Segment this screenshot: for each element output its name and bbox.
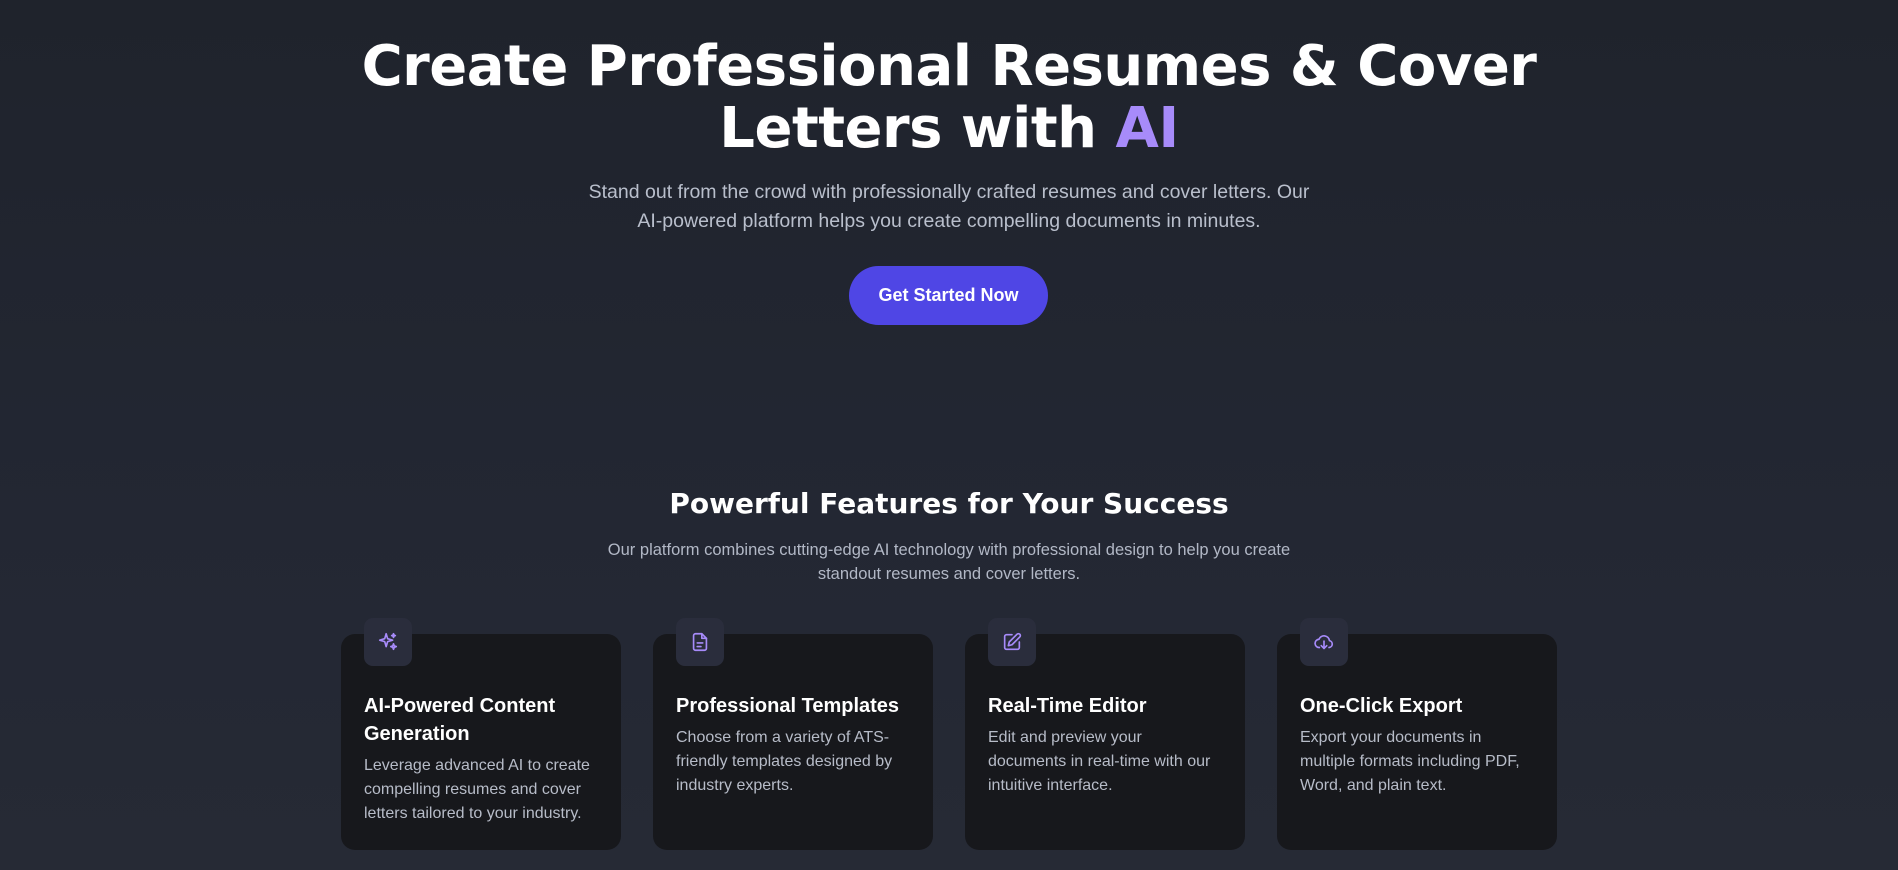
- features-subtitle-line1: Our platform combines cutting-edge AI te…: [607, 541, 1291, 559]
- feature-card-desc-line1: Edit and preview your: [988, 729, 1142, 746]
- features-subtitle-line2: standout resumes and cover letters.: [817, 565, 1081, 583]
- hero-subtitle-line1: Stand out from the crowd with profession…: [588, 181, 1310, 203]
- feature-card-description: Choose from a variety of ATS- friendly t…: [676, 726, 916, 798]
- hero-subtitle-line2: AI-powered platform helps you create com…: [637, 210, 1261, 232]
- feature-card-title: Real-Time Editor: [988, 695, 1147, 717]
- feature-card-title: AI-Powered Content Generation: [364, 692, 604, 748]
- hero-title-line2: Letters with AI: [0, 98, 1898, 160]
- hero-title-accent: AI: [1115, 96, 1180, 161]
- feature-card-description: Export your documents in multiple format…: [1300, 726, 1540, 798]
- feature-card-desc-line3: letters tailored to your industry.: [364, 805, 582, 822]
- features-title: Powerful Features for Your Success: [669, 487, 1229, 520]
- feature-card-templates: Professional Templates Choose from a var…: [653, 618, 933, 850]
- feature-card-desc-line2: documents in real-time with our: [988, 753, 1211, 770]
- feature-card-description: Leverage advanced AI to create compellin…: [364, 754, 604, 826]
- feature-card-export: One-Click Export Export your documents i…: [1277, 618, 1557, 850]
- feature-card-desc-line2: multiple formats including PDF,: [1300, 753, 1520, 770]
- hero-title-prefix: Letters with: [719, 96, 1116, 161]
- features-subtitle: Our platform combines cutting-edge AI te…: [589, 538, 1309, 586]
- feature-card-desc-line3: intuitive interface.: [988, 777, 1113, 794]
- sparkles-icon: [364, 618, 412, 666]
- get-started-button[interactable]: Get Started Now: [849, 266, 1048, 325]
- feature-card-desc-line1: Export your documents in: [1300, 729, 1482, 746]
- cloud-download-icon: [1300, 618, 1348, 666]
- feature-card-desc-line1: Choose from a variety of ATS-: [676, 729, 890, 746]
- feature-card-editor: Real-Time Editor Edit and preview your d…: [965, 618, 1245, 850]
- feature-card-title-line1: AI-Powered Content: [364, 695, 556, 717]
- hero-title: Create Professional Resumes & Cover Lett…: [0, 36, 1898, 160]
- feature-card-desc-line2: compelling resumes and cover: [364, 781, 581, 798]
- feature-card-desc-line1: Leverage advanced AI to create: [364, 757, 590, 774]
- feature-card-title: One-Click Export: [1300, 695, 1463, 717]
- feature-card-desc-line2: friendly templates designed by: [676, 753, 893, 770]
- document-icon: [676, 618, 724, 666]
- edit-icon: [988, 618, 1036, 666]
- feature-card-desc-line3: industry experts.: [676, 777, 794, 794]
- feature-card-desc-line3: Word, and plain text.: [1300, 777, 1447, 794]
- feature-card-title: Professional Templates: [676, 695, 900, 717]
- feature-card-ai-content: AI-Powered Content Generation Leverage a…: [341, 618, 621, 850]
- feature-card-description: Edit and preview your documents in real-…: [988, 726, 1228, 798]
- hero-title-line1: Create Professional Resumes & Cover: [361, 34, 1537, 99]
- feature-card-title-line2: Generation: [364, 723, 470, 745]
- hero-subtitle: Stand out from the crowd with profession…: [549, 178, 1349, 236]
